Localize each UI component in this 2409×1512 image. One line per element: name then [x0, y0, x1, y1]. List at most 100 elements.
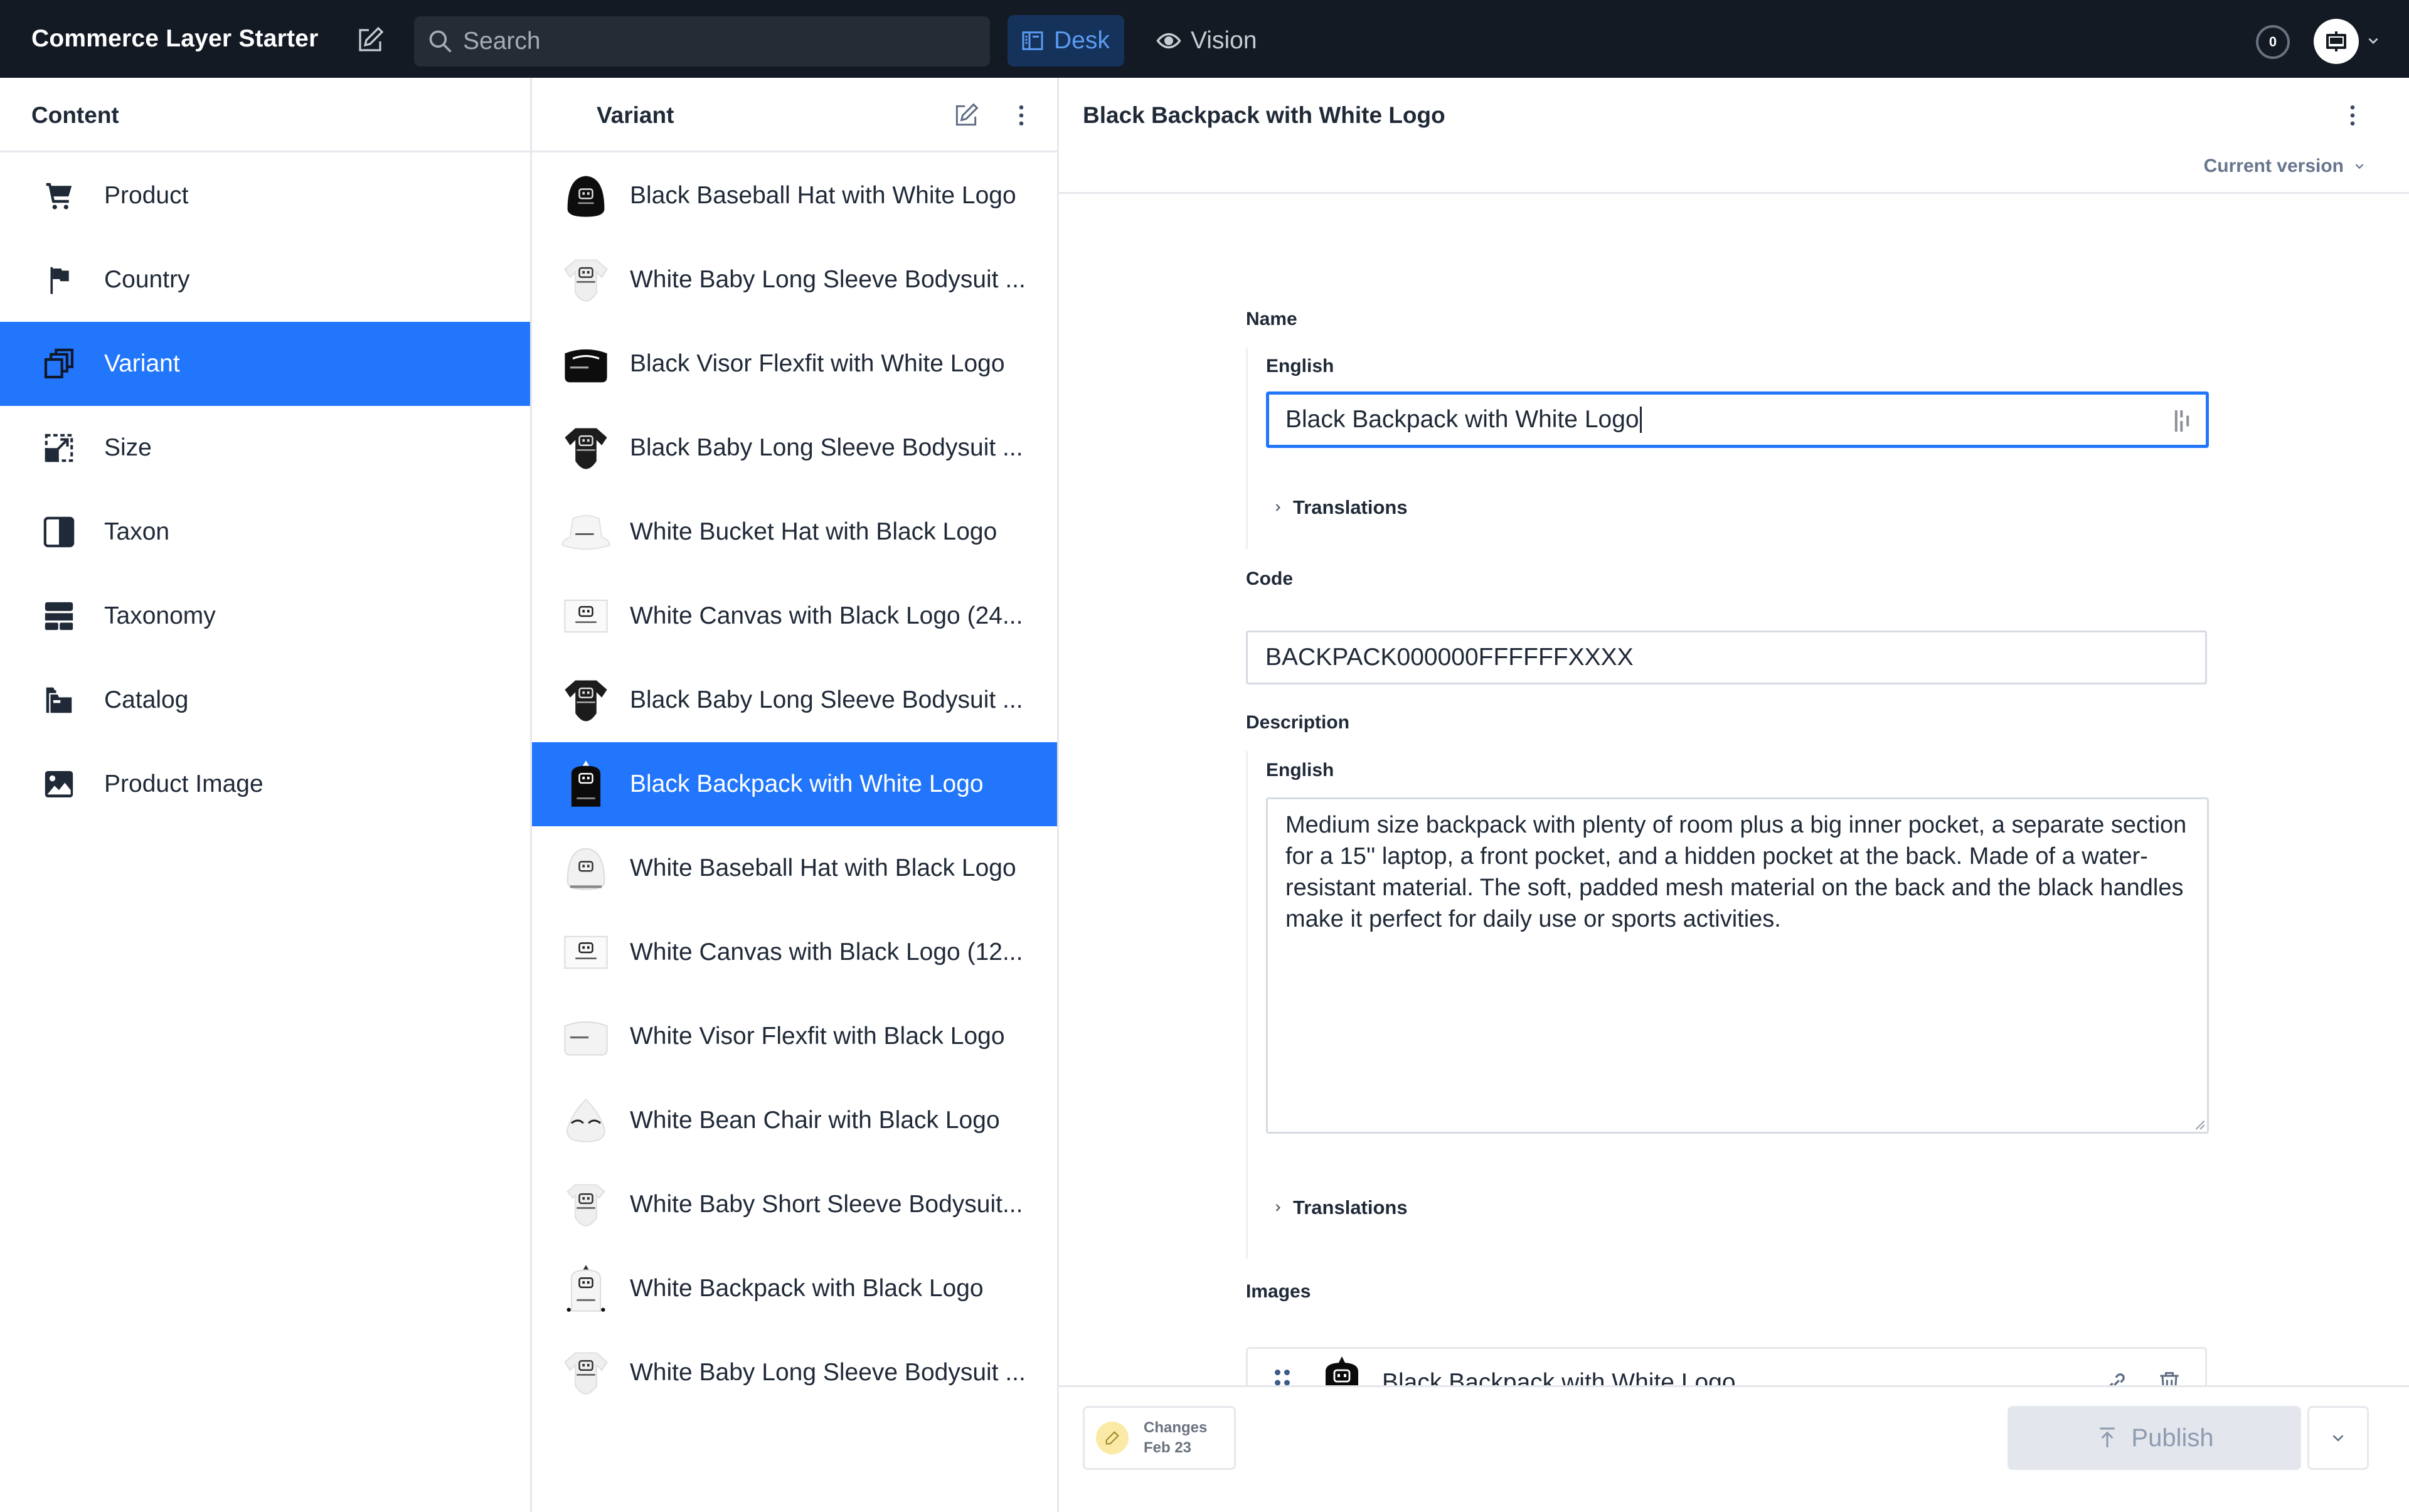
- variant-list-item[interactable]: White Canvas with Black Logo (12...: [532, 910, 1057, 994]
- presence-badge[interactable]: 0: [2256, 25, 2290, 59]
- code-input-value: BACKPACK000000FFFFFFXXXX: [1265, 644, 1634, 671]
- black-backpack-thumbnail: [557, 755, 615, 813]
- black-hat-thumbnail: [557, 167, 615, 225]
- variant-list-item-label: White Canvas with Black Logo (24...: [630, 602, 1023, 629]
- white-bean-chair-thumbnail: [557, 1092, 615, 1149]
- translations-label: Translations: [1293, 496, 1408, 518]
- variant-list-item-label: White Baby Long Sleeve Bodysuit ...: [630, 266, 1026, 293]
- variant-pane-header: Variant: [532, 78, 1057, 152]
- nav-item-label: Taxon: [104, 518, 170, 545]
- nav-item-product-image[interactable]: Product Image: [0, 742, 530, 826]
- version-selector[interactable]: Current version: [2204, 156, 2366, 177]
- nav-item-label: Product Image: [104, 770, 263, 797]
- variant-list-item[interactable]: White Canvas with Black Logo (24...: [532, 574, 1057, 658]
- tool-desk[interactable]: Desk: [1008, 15, 1124, 67]
- content-pane-header: Content: [0, 78, 530, 152]
- name-translations-toggle[interactable]: Translations: [1272, 496, 1408, 519]
- changes-status[interactable]: Changes Feb 23: [1083, 1406, 1236, 1470]
- variant-list-item-label: White Bucket Hat with Black Logo: [630, 518, 997, 545]
- content-pane-title: Content: [31, 102, 119, 128]
- search-input[interactable]: Search: [414, 16, 990, 67]
- publish-button[interactable]: Publish: [2008, 1406, 2301, 1470]
- variant-list-item[interactable]: White Baby Short Sleeve Bodysuit...: [532, 1163, 1057, 1247]
- nav-item-taxon[interactable]: Taxon: [0, 490, 530, 574]
- document-pane: Black Backpack with White Logo Current v…: [1059, 78, 2409, 1512]
- text-caret: [1639, 407, 1642, 433]
- nav-item-taxonomy[interactable]: Taxonomy: [0, 574, 530, 658]
- chevron-right-icon: [1275, 504, 1280, 511]
- code-field-label: Code: [1246, 568, 1293, 589]
- workspace-title[interactable]: Commerce Layer Starter: [31, 0, 318, 78]
- variant-list-item-label: White Backpack with Black Logo: [630, 1275, 984, 1302]
- tool-vision-label: Vision: [1191, 27, 1257, 54]
- field-actions-icon[interactable]: [2173, 408, 2194, 434]
- variant-list-item-label: Black Baby Long Sleeve Bodysuit ...: [630, 686, 1023, 713]
- variant-list-item-label: White Baseball Hat with Black Logo: [630, 854, 1016, 881]
- white-bodysuit-thumbnail: [557, 251, 615, 309]
- translations-label: Translations: [1293, 1196, 1408, 1218]
- compose-icon[interactable]: [355, 25, 385, 55]
- variant-list-item[interactable]: White Bean Chair with Black Logo: [532, 1078, 1057, 1163]
- variant-list-item[interactable]: Black Visor Flexfit with White Logo: [532, 322, 1057, 406]
- variant-list-item[interactable]: White Baby Long Sleeve Bodysuit ...: [532, 1331, 1057, 1415]
- variant-list-item-label: Black Baseball Hat with White Logo: [630, 182, 1016, 209]
- variant-list-item[interactable]: White Baby Long Sleeve Bodysuit ...: [532, 238, 1057, 322]
- name-language-label: English: [1266, 356, 1334, 376]
- black-bodysuit-thumbnail: [557, 671, 615, 729]
- chevron-down-icon: [2355, 164, 2364, 169]
- description-textarea[interactable]: Medium size backpack with plenty of room…: [1266, 797, 2209, 1134]
- nav-item-country[interactable]: Country: [0, 238, 530, 322]
- nav-item-size[interactable]: Size: [0, 406, 530, 490]
- code-input[interactable]: BACKPACK000000FFFFFFXXXX: [1246, 631, 2207, 684]
- chevron-right-icon: [1275, 1204, 1280, 1211]
- description-translations-toggle[interactable]: Translations: [1272, 1196, 1408, 1219]
- name-language-block: English Black Backpack with White Logo T…: [1246, 348, 2209, 549]
- resize-grip-icon[interactable]: [2192, 1117, 2206, 1131]
- more-vertical-icon[interactable]: [1008, 102, 1035, 129]
- variant-pane-title: Variant: [597, 102, 674, 128]
- layout-icon: [41, 599, 77, 634]
- image-icon: [41, 767, 77, 802]
- tool-desk-label: Desk: [1054, 27, 1110, 54]
- description-language-label: English: [1266, 760, 1334, 780]
- resize-icon: [41, 430, 77, 466]
- chevron-down-icon: [2332, 1435, 2344, 1442]
- compose-icon[interactable]: [952, 102, 980, 129]
- variant-list-item[interactable]: Black Baby Long Sleeve Bodysuit ...: [532, 658, 1057, 742]
- variant-list-item-label: Black Baby Long Sleeve Bodysuit ...: [630, 434, 1023, 461]
- cart-icon: [41, 178, 77, 213]
- tool-vision[interactable]: Vision: [1143, 15, 1270, 67]
- version-label: Current version: [2203, 156, 2344, 176]
- description-field-label: Description: [1246, 712, 1350, 733]
- document-title: Black Backpack with White Logo: [1083, 102, 1445, 128]
- name-field-label: Name: [1246, 309, 1297, 329]
- variant-list-item[interactable]: Black Baby Long Sleeve Bodysuit ...: [532, 406, 1057, 490]
- nav-item-variant[interactable]: Variant: [0, 322, 530, 406]
- more-vertical-icon[interactable]: [2339, 102, 2366, 129]
- variant-list-item[interactable]: White Backpack with Black Logo: [532, 1247, 1057, 1331]
- white-bodysuit-thumbnail: [557, 1344, 615, 1402]
- changes-label: Changes: [1144, 1419, 1208, 1436]
- variant-pane: Variant Black Baseball Hat with White Lo…: [532, 78, 1059, 1512]
- chevron-down-icon[interactable]: [2365, 33, 2381, 49]
- nav-item-label: Variant: [104, 350, 180, 377]
- variant-list-item[interactable]: White Baseball Hat with Black Logo: [532, 826, 1057, 910]
- publish-options-button[interactable]: [2307, 1406, 2369, 1470]
- nav-item-catalog[interactable]: Catalog: [0, 658, 530, 742]
- variant-list-item[interactable]: White Visor Flexfit with Black Logo: [532, 994, 1057, 1078]
- name-input[interactable]: Black Backpack with White Logo: [1266, 391, 2209, 448]
- variant-list-item[interactable]: Black Baseball Hat with White Logo: [532, 154, 1057, 238]
- white-canvas-thumbnail: [557, 587, 615, 645]
- variant-list-item[interactable]: Black Backpack with White Logo: [532, 742, 1057, 826]
- folders-icon: [41, 683, 77, 718]
- changes-date: Feb 23: [1144, 1439, 1192, 1456]
- user-avatar[interactable]: [2314, 19, 2359, 64]
- content-type-list: Product Country Variant Size Taxon Taxon…: [0, 154, 530, 826]
- split-square-icon: [41, 514, 77, 550]
- top-navbar: Commerce Layer Starter Search Desk Visio…: [0, 0, 2409, 78]
- search-placeholder: Search: [463, 28, 541, 55]
- variant-list-item-label: White Baby Short Sleeve Bodysuit...: [630, 1191, 1023, 1218]
- nav-item-product[interactable]: Product: [0, 154, 530, 238]
- variant-list-item[interactable]: White Bucket Hat with Black Logo: [532, 490, 1057, 574]
- document-footer: Changes Feb 23 Publish: [1059, 1385, 2409, 1512]
